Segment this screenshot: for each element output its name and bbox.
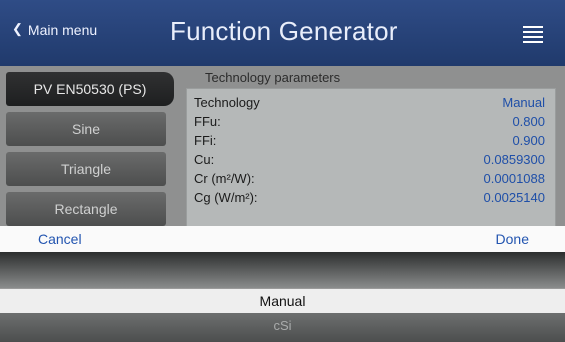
tech-params-label: Technology parameters — [205, 70, 341, 85]
param-row-ffu[interactable]: FFu: 0.800 — [194, 114, 545, 132]
sidebar-item-triangle[interactable]: Triangle — [6, 152, 166, 186]
param-value: 0.0859300 — [483, 152, 545, 167]
sidebar-item-sine[interactable]: Sine — [6, 112, 166, 146]
param-row-cg[interactable]: Cg (W/m²): 0.0025140 — [194, 190, 545, 208]
main-menu-back-button[interactable]: ❮ Main menu — [12, 21, 98, 38]
param-key: Technology — [194, 95, 260, 110]
param-key: FFu: — [194, 114, 221, 129]
picker-option-selected[interactable]: Manual — [0, 288, 565, 314]
hamburger-menu-icon[interactable] — [523, 26, 543, 43]
param-key: Cr (m²/W): — [194, 171, 255, 186]
main-content: PV EN50530 (PS) Sine Triangle Rectangle … — [0, 66, 565, 228]
chevron-left-icon: ❮ — [12, 21, 23, 36]
param-key: Cg (W/m²): — [194, 190, 258, 205]
param-value: 0.0001088 — [483, 171, 545, 186]
sidebar-item-pv-en50530[interactable]: PV EN50530 (PS) — [6, 72, 174, 106]
param-value: 0.900 — [512, 133, 545, 148]
tech-params-panel: Technology Manual FFu: 0.800 FFi: 0.900 … — [186, 88, 556, 228]
param-row-technology[interactable]: Technology Manual — [194, 95, 545, 113]
param-value: Manual — [502, 95, 545, 110]
param-row-ffi[interactable]: FFi: 0.900 — [194, 133, 545, 151]
sidebar-item-rectangle[interactable]: Rectangle — [6, 192, 166, 226]
page-title: Function Generator — [170, 16, 398, 46]
cancel-button[interactable]: Cancel — [38, 231, 82, 247]
value-picker: Cancel Done Manual cSi — [0, 226, 565, 342]
param-value: 0.800 — [512, 114, 545, 129]
param-key: FFi: — [194, 133, 217, 148]
app-header: ❮ Main menu Function Generator — [0, 0, 565, 66]
done-button[interactable]: Done — [496, 231, 529, 247]
wheel-top-band — [0, 252, 565, 288]
param-row-cu[interactable]: Cu: 0.0859300 — [194, 152, 545, 170]
param-value: 0.0025140 — [483, 190, 545, 205]
picker-toolbar: Cancel Done — [0, 226, 565, 252]
param-key: Cu: — [194, 152, 215, 167]
function-sidebar: PV EN50530 (PS) Sine Triangle Rectangle — [6, 66, 174, 226]
picker-option-next[interactable]: cSi — [0, 313, 565, 342]
param-row-cr[interactable]: Cr (m²/W): 0.0001088 — [194, 171, 545, 189]
back-label: Main menu — [27, 22, 98, 38]
picker-wheel[interactable]: Manual cSi — [0, 252, 565, 342]
